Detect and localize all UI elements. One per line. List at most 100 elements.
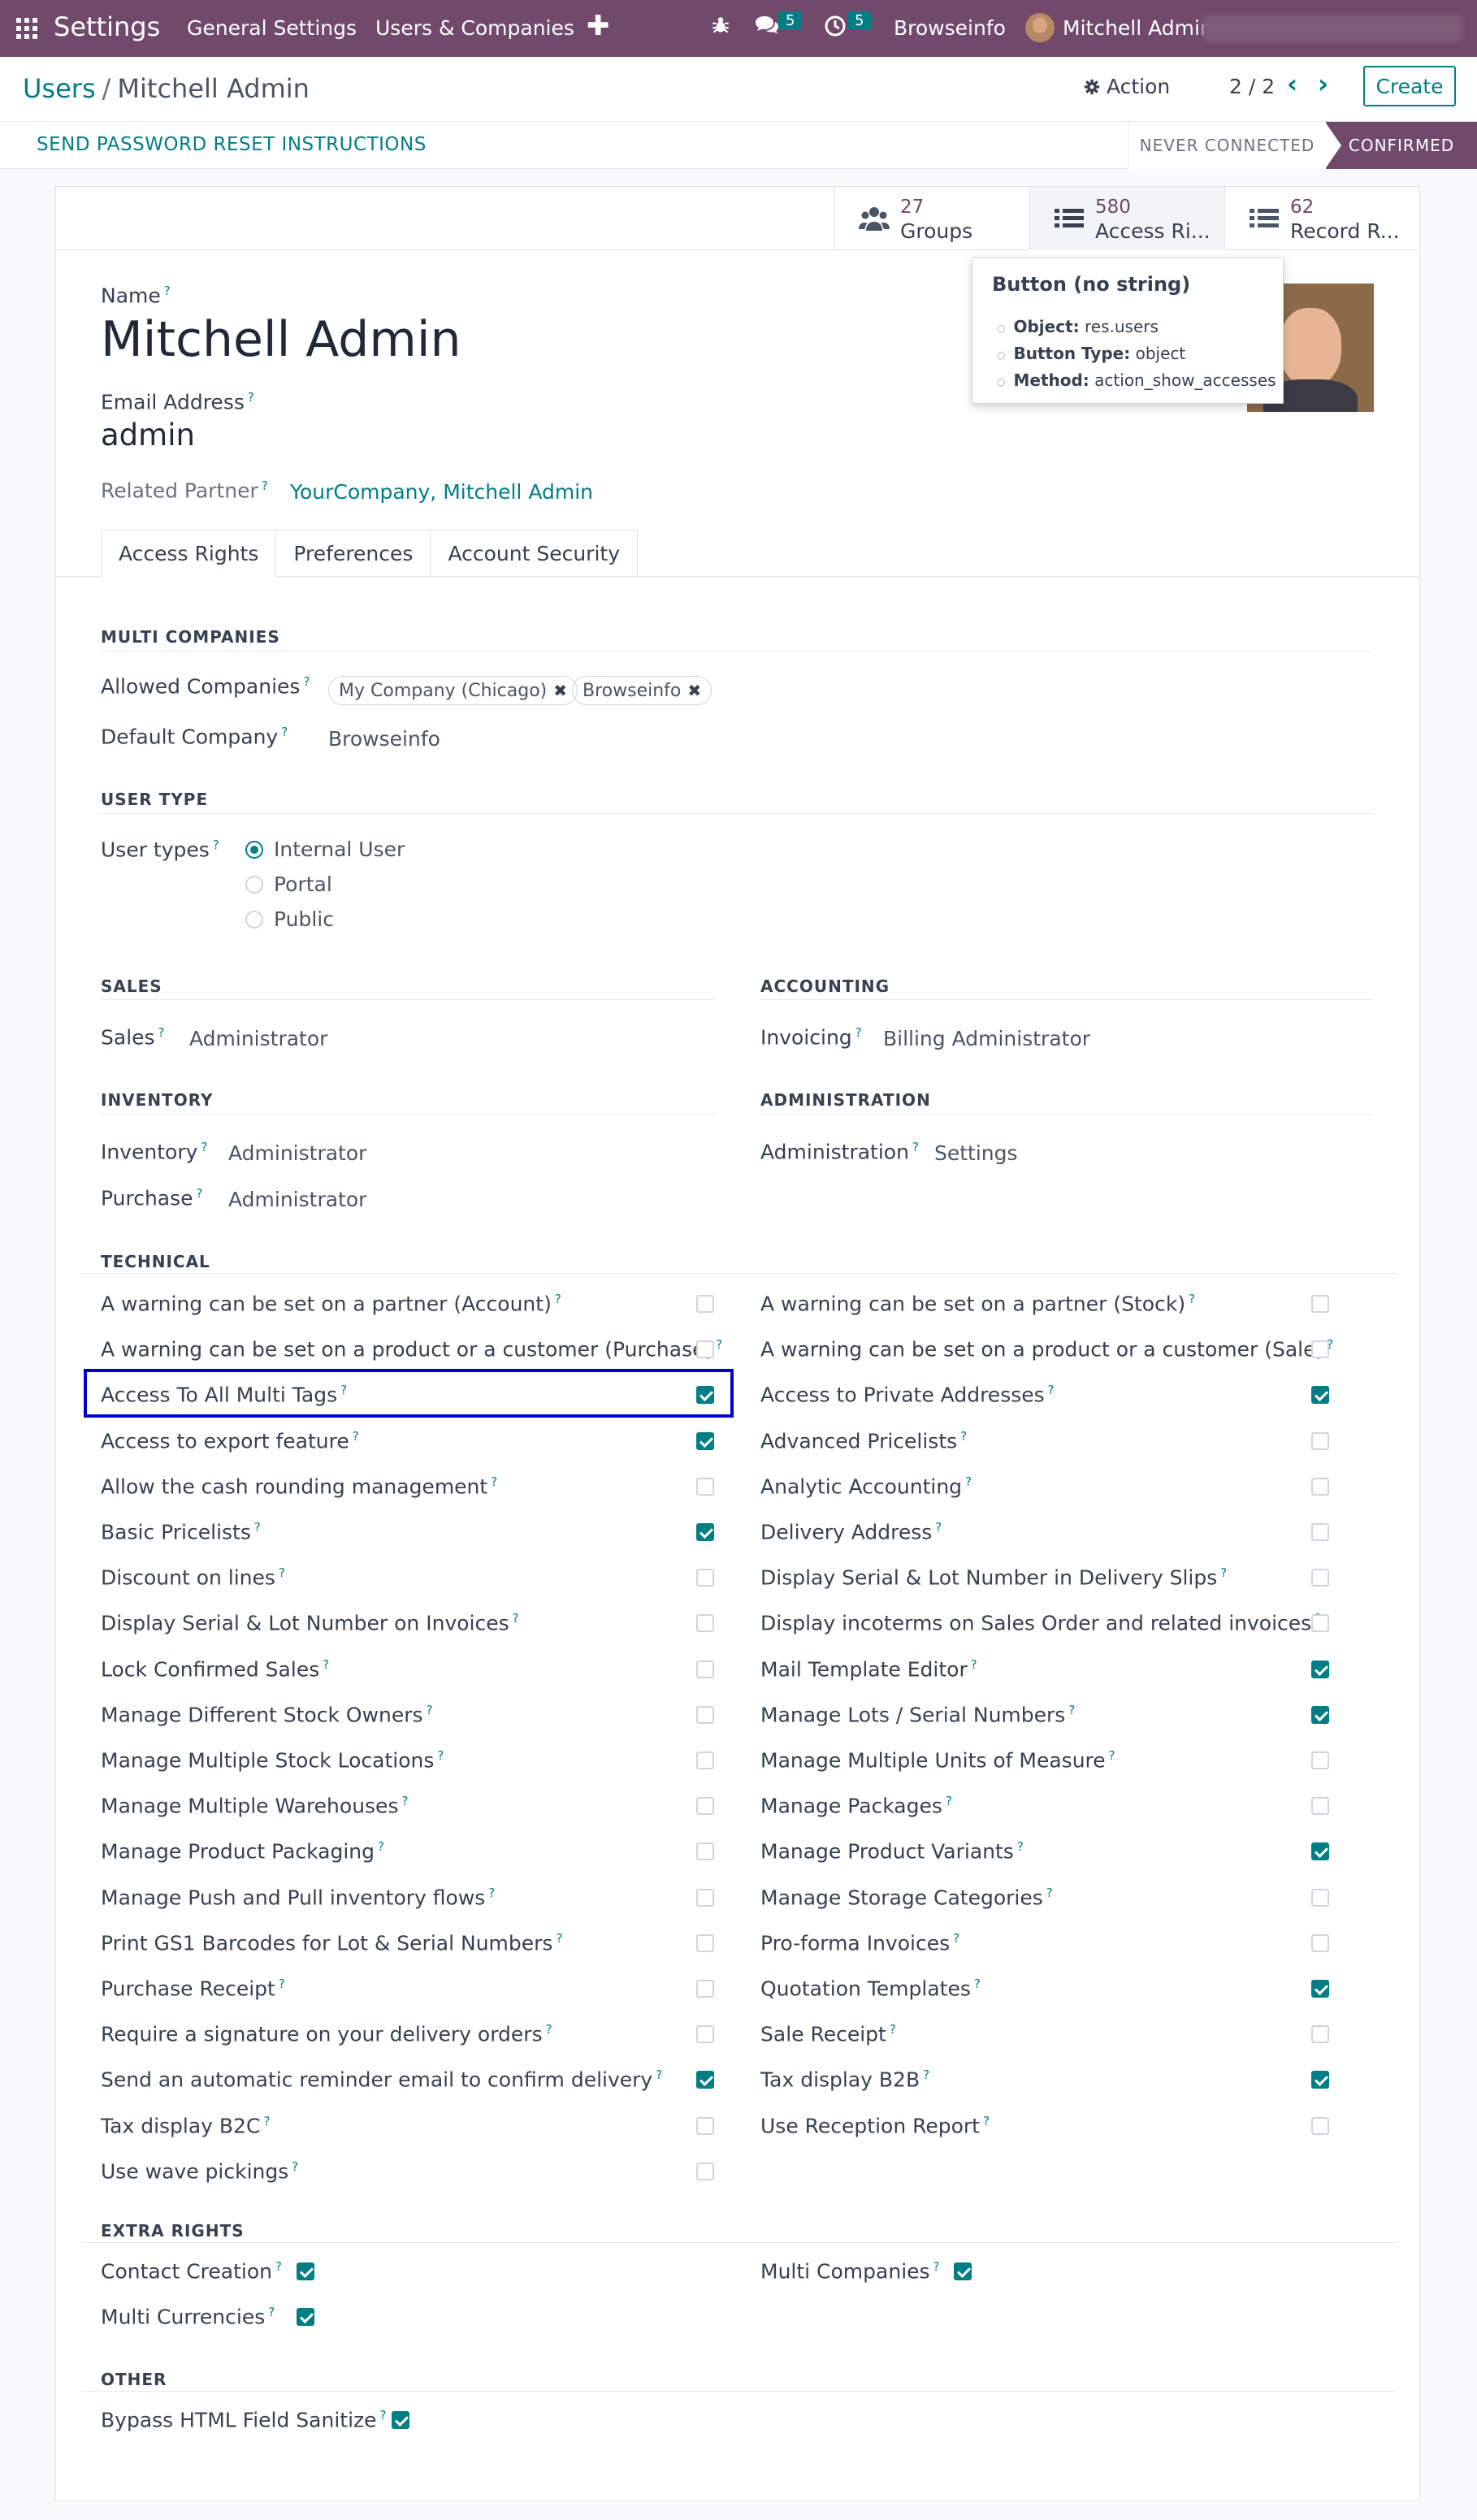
menu-users-companies[interactable]: Users & Companies	[375, 16, 574, 40]
menu-plus-icon[interactable]: ✚	[587, 10, 610, 42]
technical-option-checkbox[interactable]	[696, 1614, 714, 1632]
technical-option-checkbox[interactable]	[696, 1842, 714, 1860]
technical-option-checkbox[interactable]	[696, 2025, 714, 2043]
pager-value[interactable]: 2 / 2	[1229, 75, 1275, 98]
technical-option-checkbox[interactable]	[1311, 1386, 1329, 1404]
users-icon	[859, 207, 890, 231]
section-technical: TECHNICAL	[101, 1252, 210, 1271]
technical-option-checkbox[interactable]	[1311, 1797, 1329, 1815]
app-title[interactable]: Settings	[54, 11, 160, 42]
technical-option-checkbox[interactable]	[696, 1295, 714, 1313]
technical-option-checkbox[interactable]	[696, 1706, 714, 1724]
user-avatar[interactable]	[1025, 13, 1055, 42]
company-tag[interactable]: My Company (Chicago) ✖	[328, 676, 578, 705]
tooltip-title: Button (no string)	[992, 273, 1191, 296]
stage-never-connected: NEVER CONNECTED	[1128, 122, 1326, 169]
technical-option-checkbox[interactable]	[1311, 1980, 1329, 1998]
bypass-html-sanitize-checkbox[interactable]	[392, 2411, 409, 2429]
record-rules-smart-button[interactable]: 62 Record R...	[1224, 187, 1419, 250]
radio-internal-user[interactable]	[245, 841, 263, 859]
section-divider	[101, 999, 715, 1000]
company-tag[interactable]: Browseinfo ✖	[572, 676, 713, 705]
extra-right-multi-companies-checkbox[interactable]	[954, 2262, 972, 2280]
debug-bug-icon[interactable]	[710, 15, 731, 41]
technical-option-checkbox[interactable]	[1311, 1569, 1329, 1587]
inventory-field[interactable]: Administrator	[228, 1141, 366, 1165]
technical-option-checkbox[interactable]	[1311, 1706, 1329, 1724]
technical-option-label: Use wave pickings?	[101, 2159, 299, 2184]
extra-right-contact-creation-checkbox[interactable]	[297, 2262, 314, 2280]
technical-option-checkbox[interactable]	[1311, 2071, 1329, 2089]
related-partner-label: Related Partner?	[101, 478, 268, 503]
radio-portal[interactable]	[245, 876, 263, 894]
access-rights-smart-button[interactable]: 580 Access Ri...	[1029, 187, 1224, 250]
technical-option-checkbox[interactable]	[696, 1478, 714, 1496]
technical-option-checkbox[interactable]	[696, 2163, 714, 2180]
technical-option-checkbox[interactable]	[696, 1569, 714, 1587]
technical-option-checkbox[interactable]	[1311, 1889, 1329, 1907]
extra-right-multi-currencies-checkbox[interactable]	[297, 2308, 314, 2326]
section-divider	[760, 999, 1373, 1000]
technical-option-checkbox[interactable]	[1311, 1934, 1329, 1952]
technical-option-label: A warning can be set on a product or a c…	[101, 1337, 723, 1362]
technical-option-checkbox[interactable]	[696, 1934, 714, 1952]
technical-option-label: Require a signature on your delivery ord…	[101, 2022, 552, 2046]
action-button[interactable]: Action	[1084, 75, 1170, 98]
technical-option-checkbox[interactable]	[696, 1889, 714, 1907]
technical-option-checkbox[interactable]	[1311, 1842, 1329, 1860]
related-partner-link[interactable]: YourCompany, Mitchell Admin	[290, 480, 593, 504]
tab-access-rights[interactable]: Access Rights	[101, 530, 277, 577]
technical-option-checkbox[interactable]	[1311, 1478, 1329, 1496]
section-accounting: ACCOUNTING	[760, 976, 890, 996]
technical-option-checkbox[interactable]	[1311, 1614, 1329, 1632]
groups-smart-button[interactable]: 27 Groups	[834, 187, 1029, 250]
technical-option-checkbox[interactable]	[696, 1980, 714, 1998]
sales-label: Sales?	[101, 1025, 165, 1050]
company-switcher[interactable]: Browseinfo	[894, 16, 1006, 40]
name-field[interactable]: Mitchell Admin	[101, 311, 461, 368]
default-company-field[interactable]: Browseinfo	[328, 727, 440, 751]
technical-option-checkbox[interactable]	[696, 1661, 714, 1678]
inventory-label: Inventory?	[101, 1140, 208, 1164]
technical-option-checkbox[interactable]	[1311, 1432, 1329, 1450]
section-divider	[81, 2391, 1397, 2392]
email-label: Email Address?	[101, 390, 254, 414]
technical-option-checkbox[interactable]	[696, 1340, 714, 1358]
technical-option-checkbox[interactable]	[1311, 1295, 1329, 1313]
tab-preferences[interactable]: Preferences	[276, 530, 431, 577]
technical-option-checkbox[interactable]	[696, 1523, 714, 1541]
pager-prev-icon[interactable]: ‹	[1287, 68, 1297, 99]
remove-tag-icon[interactable]: ✖	[687, 681, 701, 700]
allowed-companies-label: Allowed Companies?	[101, 674, 310, 699]
radio-public[interactable]	[245, 911, 263, 929]
activity-clock-icon[interactable]	[824, 15, 847, 43]
pager-next-icon[interactable]: ›	[1318, 68, 1328, 99]
remove-tag-icon[interactable]: ✖	[553, 681, 567, 700]
technical-option-checkbox[interactable]	[696, 1751, 714, 1769]
breadcrumb-users-link[interactable]: Users	[23, 73, 96, 104]
purchase-field[interactable]: Administrator	[228, 1188, 366, 1211]
tab-account-security[interactable]: Account Security	[431, 530, 638, 577]
technical-option-checkbox[interactable]	[1311, 2025, 1329, 2043]
sales-field[interactable]: Administrator	[189, 1027, 327, 1050]
technical-option-checkbox[interactable]	[1311, 2117, 1329, 2135]
menu-general-settings[interactable]: General Settings	[187, 16, 357, 40]
invoicing-field[interactable]: Billing Administrator	[883, 1027, 1090, 1050]
technical-option-checkbox[interactable]	[696, 1432, 714, 1450]
technical-option-checkbox[interactable]	[1311, 1340, 1329, 1358]
technical-option-checkbox[interactable]	[696, 2071, 714, 2089]
user-menu[interactable]: Mitchell Admin	[1063, 16, 1213, 40]
create-button[interactable]: Create	[1363, 66, 1456, 106]
send-password-reset-button[interactable]: SEND PASSWORD RESET INSTRUCTIONS	[37, 134, 427, 155]
administration-field[interactable]: Settings	[934, 1141, 1018, 1165]
technical-option-checkbox[interactable]	[696, 1797, 714, 1815]
apps-menu-icon[interactable]	[16, 18, 37, 39]
technical-option-checkbox[interactable]	[1311, 1751, 1329, 1769]
technical-option-checkbox[interactable]	[1311, 1661, 1329, 1678]
technical-option-checkbox[interactable]	[1311, 1523, 1329, 1541]
chat-icon[interactable]	[754, 15, 780, 43]
purchase-label: Purchase?	[101, 1186, 203, 1210]
technical-option-checkbox[interactable]	[696, 2117, 714, 2135]
section-divider	[101, 813, 1373, 814]
email-field[interactable]: admin	[101, 418, 195, 452]
